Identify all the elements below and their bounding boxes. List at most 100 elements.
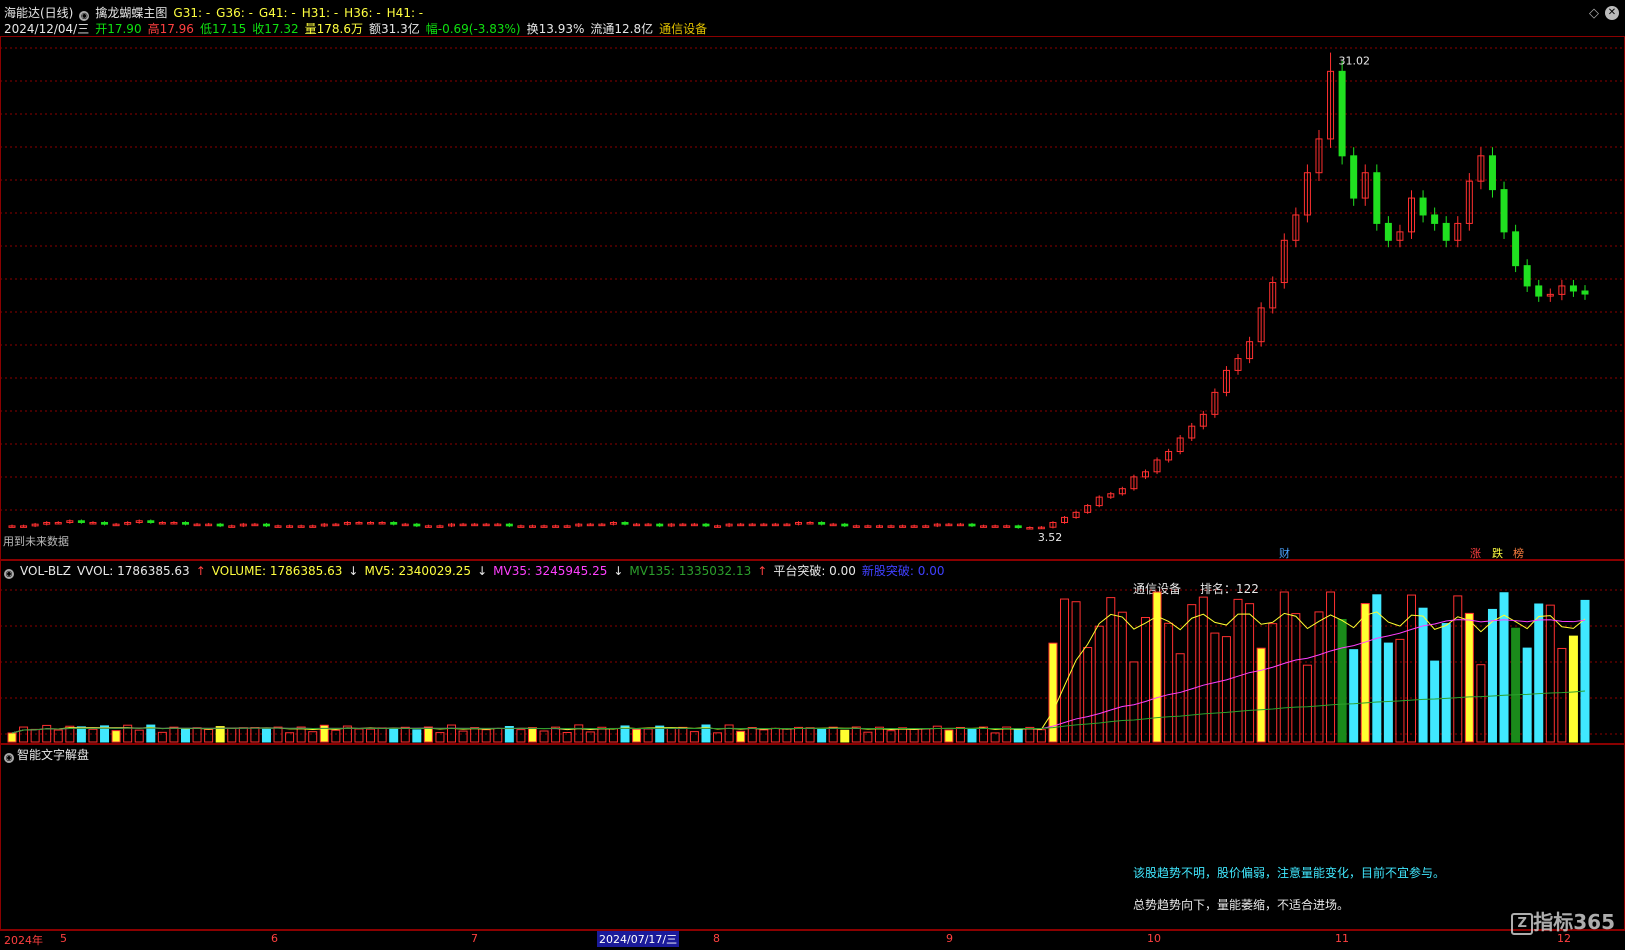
volume-bar xyxy=(204,728,214,743)
candle-body xyxy=(702,523,710,527)
volume-bar xyxy=(759,729,769,743)
volume-bar xyxy=(597,726,607,743)
volume-bar xyxy=(377,727,387,743)
candle-body xyxy=(1442,222,1450,241)
g36-value: G36: - xyxy=(216,6,253,20)
analysis-line-2: 总势趋势向下，量能萎缩，不适合进场。 xyxy=(1133,898,1350,912)
volume-bar xyxy=(551,726,561,743)
volume-bar xyxy=(250,727,260,743)
candle-body xyxy=(1373,172,1381,224)
diamond-icon[interactable]: ◇ xyxy=(1589,6,1599,21)
volume-bar xyxy=(979,726,989,743)
quote-bar: 2024/12/04/三 开17.90 高17.96 低17.15 收17.32 量178… xyxy=(4,20,713,37)
analysis-line-1: 该股趋势不明，股价偏弱，注意量能变化，目前不宜参与。 xyxy=(1133,866,1446,880)
candle-body xyxy=(77,520,85,523)
candle-body xyxy=(390,521,398,525)
volume-bar xyxy=(828,726,838,743)
g41-value: G41: - xyxy=(258,6,296,20)
axis-cursor-date[interactable]: 2024/07/17/三 xyxy=(597,931,680,947)
volume-bar xyxy=(944,729,954,743)
volume-chart[interactable] xyxy=(0,560,1625,744)
quote-sector[interactable]: 通信设备 xyxy=(659,22,707,36)
quote-open: 开17.90 xyxy=(95,22,142,36)
volume-bar xyxy=(805,727,815,743)
volume-bar xyxy=(412,729,422,743)
volume-bar xyxy=(1522,647,1532,743)
finance-badge[interactable]: 财 xyxy=(1277,545,1292,561)
axis-label-jun: 6 xyxy=(271,932,278,945)
volume-bar xyxy=(1349,649,1359,743)
volume-bar xyxy=(574,724,584,743)
candle-body xyxy=(1569,285,1577,292)
volume-bar xyxy=(1511,627,1521,743)
volume-bar xyxy=(1198,596,1208,743)
fall-badge[interactable]: 跌 xyxy=(1490,545,1505,561)
candle-body xyxy=(1523,265,1531,287)
volume-bar xyxy=(389,727,399,743)
volume-bar xyxy=(794,726,803,743)
volume-bar xyxy=(817,728,827,743)
list-badge[interactable]: 榜 xyxy=(1511,545,1526,561)
volume-bar xyxy=(481,729,491,743)
volume-bar xyxy=(1383,642,1393,743)
h41-value: H41: - xyxy=(386,6,424,20)
volume-bar xyxy=(909,728,919,743)
candle-body xyxy=(656,523,664,527)
volume-bar xyxy=(1210,632,1220,743)
candle-body xyxy=(968,523,976,527)
volume-bar xyxy=(493,727,503,743)
candle-body xyxy=(1512,231,1520,267)
date-axis[interactable]: 2024年 5 6 7 2024/07/17/三 8 9 10 11 12 xyxy=(0,930,1625,950)
axis-label-aug: 8 xyxy=(713,932,720,945)
volume-bar xyxy=(562,732,572,743)
axis-label-nov: 11 xyxy=(1335,932,1349,945)
candle-body xyxy=(505,523,513,527)
volume-bar xyxy=(1187,604,1197,743)
candlestick-chart[interactable]: 31.02 3.52 xyxy=(0,36,1625,560)
axis-label-may: 5 xyxy=(60,932,67,945)
volume-bar xyxy=(898,727,908,743)
settings-circle-icon[interactable]: ◉ xyxy=(4,753,14,763)
volume-bar xyxy=(955,726,965,743)
volume-bar xyxy=(1476,664,1486,743)
quote-volume: 量178.6万 xyxy=(304,22,364,36)
close-icon[interactable]: ✕ xyxy=(1605,6,1619,20)
volume-bar xyxy=(1036,729,1046,743)
candle-body xyxy=(181,521,189,525)
candle-body xyxy=(1350,155,1358,199)
volume-bar xyxy=(1314,611,1324,743)
h31-value: H31: - xyxy=(301,6,339,20)
quote-float: 流通12.8亿 xyxy=(590,22,654,36)
volume-bar xyxy=(1407,594,1417,743)
volume-bar xyxy=(354,728,364,743)
volume-bar xyxy=(608,727,618,743)
candle-body xyxy=(621,521,629,525)
volume-bar xyxy=(1268,623,1278,743)
volume-bar xyxy=(1337,618,1347,743)
volume-bar xyxy=(1013,728,1023,743)
volume-bar xyxy=(30,728,40,743)
volume-bar xyxy=(7,732,17,743)
volume-bar xyxy=(319,724,329,743)
volume-bar xyxy=(666,727,676,743)
volume-bar xyxy=(192,727,202,743)
volume-bar xyxy=(111,730,121,743)
min-price-label: 3.52 xyxy=(1038,531,1063,544)
volume-bar xyxy=(516,729,526,743)
volume-bar xyxy=(782,728,792,743)
text-pane-title[interactable]: 智能文字解盘 xyxy=(17,748,89,762)
volume-bar xyxy=(1152,591,1162,743)
quote-turnover: 换13.93% xyxy=(526,22,585,36)
volume-bar xyxy=(1418,607,1428,743)
volume-bar xyxy=(1129,661,1139,743)
candle-body xyxy=(1431,214,1439,224)
chart-title-bar: 海能达(日线) ◉ 擒龙蝴蝶主图 G31: - G36: - G41: - H31: - H3… xyxy=(4,4,429,21)
stock-name[interactable]: 海能达(日线) xyxy=(4,6,73,20)
rise-badge[interactable]: 涨 xyxy=(1468,545,1483,561)
quote-change: 幅-0.69(-3.83%) xyxy=(425,22,521,36)
indicator-name[interactable]: 擒龙蝴蝶主图 xyxy=(95,6,167,20)
volume-bar xyxy=(1094,625,1104,743)
candle-body xyxy=(1014,525,1022,529)
volume-bar xyxy=(1568,635,1578,743)
axis-label-oct: 10 xyxy=(1147,932,1161,945)
